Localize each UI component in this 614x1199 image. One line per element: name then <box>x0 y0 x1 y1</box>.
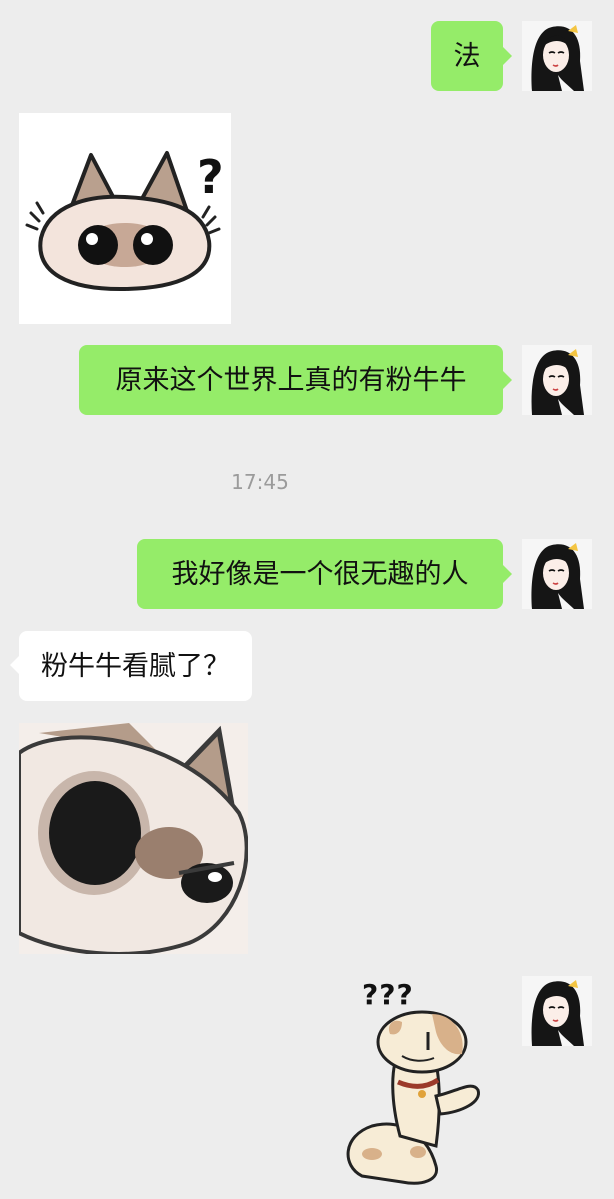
message-text: 粉牛牛看腻了？ <box>41 650 230 682</box>
message-bubble-mine[interactable]: 法 <box>431 21 503 91</box>
message-text: 法 <box>453 40 481 72</box>
message-bubble-mine[interactable]: 原来这个世界上真的有粉牛牛 <box>79 345 503 415</box>
message-text: 我好像是一个很无趣的人 <box>171 558 469 590</box>
cat-closeup-sticker[interactable] <box>19 723 248 954</box>
svg-text:?: ? <box>197 150 224 204</box>
my-avatar[interactable] <box>522 345 592 415</box>
my-avatar[interactable] <box>522 976 592 1046</box>
message-bubble-theirs[interactable]: 粉牛牛看腻了？ <box>19 631 252 701</box>
cat-question-sticker[interactable]: ? <box>19 113 231 324</box>
my-avatar[interactable] <box>522 539 592 609</box>
message-text: 原来这个世界上真的有粉牛牛 <box>115 364 467 396</box>
snake-question-sticker[interactable]: ??? <box>332 976 504 1186</box>
timestamp: 17:45 <box>231 470 289 494</box>
message-bubble-mine[interactable]: 我好像是一个很无趣的人 <box>137 539 503 609</box>
my-avatar[interactable] <box>522 21 592 91</box>
